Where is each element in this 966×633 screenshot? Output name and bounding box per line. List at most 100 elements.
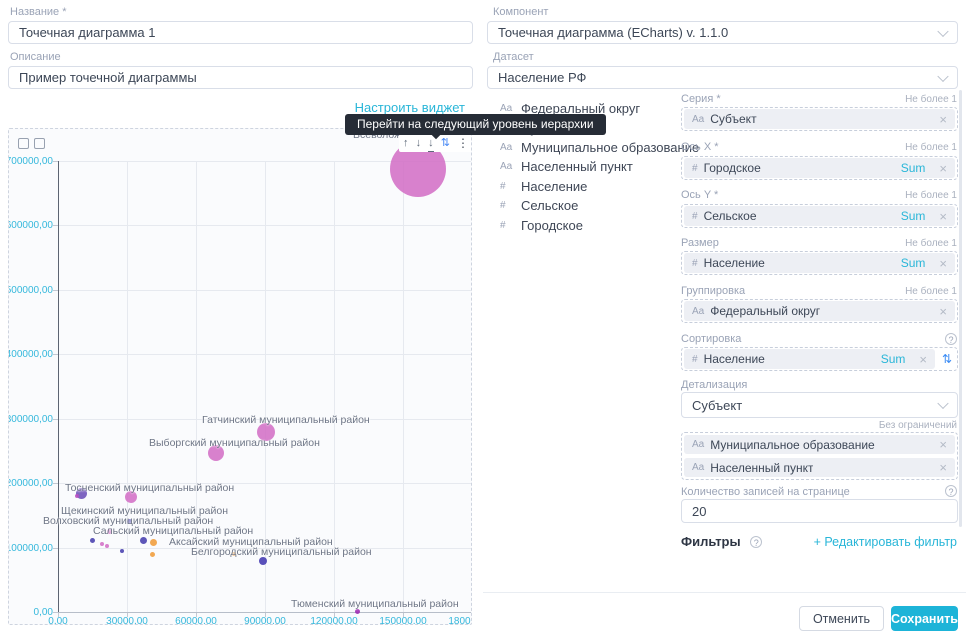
dataset-field-item[interactable]: # Население — [500, 177, 699, 196]
chip-text: Население — [704, 352, 765, 366]
agg-badge[interactable]: Sum — [881, 352, 906, 366]
remove-chip-icon[interactable]: × — [939, 256, 947, 271]
y-axis-tick-label: 300000,00 — [8, 414, 53, 425]
help-icon[interactable]: ? — [750, 536, 762, 548]
field-chip[interactable]: Aa Населенный пункт × — [684, 458, 955, 477]
cancel-button[interactable]: Отменить — [799, 606, 884, 631]
axis-y-dropzone[interactable]: # Сельское Sum × — [681, 204, 958, 228]
chip-text: Населенный пункт — [710, 461, 813, 475]
field-type-icon: Aa — [692, 462, 704, 473]
edit-filter-link[interactable]: + Редактировать фильтр — [814, 535, 957, 549]
scatter-point[interactable] — [120, 549, 124, 553]
series-label: Серия * — [681, 93, 721, 105]
sorting-label: Сортировка — [681, 333, 741, 345]
chip-text: Население — [704, 256, 765, 270]
component-select[interactable]: Точечная диаграмма (ECharts) v. 1.1.0 — [487, 21, 958, 44]
help-icon[interactable]: ? — [945, 485, 957, 497]
remove-chip-icon[interactable]: × — [919, 352, 927, 367]
dataset-select[interactable]: Население РФ — [487, 66, 958, 89]
sort-icon[interactable]: ⇅ — [441, 135, 450, 151]
help-icon[interactable]: ? — [945, 333, 957, 345]
scatter-point[interactable] — [150, 552, 155, 557]
dataset-value: Население РФ — [498, 70, 586, 85]
configure-widget-link[interactable]: Настроить виджет — [355, 100, 465, 115]
footer-divider — [483, 592, 966, 593]
field-type-icon: # — [692, 163, 698, 174]
scatter-point[interactable] — [259, 557, 267, 565]
dataset-field-item[interactable]: AaМуниципальное образование — [500, 138, 699, 157]
point-label: Гатчинский муниципальный район — [202, 414, 370, 426]
zoom-select-icon[interactable] — [18, 138, 29, 149]
records-per-page-input[interactable] — [681, 499, 958, 523]
name-input[interactable] — [8, 21, 473, 44]
y-axis-tick-label: 100000,00 — [8, 543, 53, 554]
point-label: Щекинский муниципальный район — [61, 505, 228, 517]
x-axis-tick-label: 0,00 — [28, 616, 88, 625]
menu-kebab-icon[interactable]: ⋮ — [457, 135, 469, 151]
remove-chip-icon[interactable]: × — [939, 209, 947, 224]
field-chip[interactable]: # Население Sum × — [684, 253, 955, 273]
field-chip[interactable]: Aa Муниципальное образование × — [684, 435, 955, 454]
x-axis-tick-label: 30000,00 — [97, 616, 157, 625]
level-up-icon[interactable]: ↑ — [403, 135, 409, 151]
scatter-point[interactable] — [105, 544, 109, 548]
scatter-point[interactable] — [140, 537, 147, 544]
field-type-icon: # — [692, 211, 698, 222]
sorting-dropzone[interactable]: # Население Sum × ⇅ — [681, 347, 958, 371]
field-chip[interactable]: Aa Субъект × — [684, 109, 955, 129]
field-type-icon: Aa — [692, 306, 704, 317]
agg-badge[interactable]: Sum — [901, 209, 926, 223]
scatter-point[interactable] — [100, 542, 104, 546]
name-label: Название * — [10, 6, 67, 18]
remove-chip-icon[interactable]: × — [939, 437, 947, 452]
sort-direction-icon[interactable]: ⇅ — [939, 352, 955, 366]
dataset-field-item[interactable]: Aa Населенный пункт — [500, 157, 699, 176]
field-type-icon: Aa — [500, 161, 516, 172]
field-type-icon: # — [500, 181, 516, 192]
field-type-icon: Aa — [692, 114, 704, 125]
tooltip-text: Перейти на следующий уровень иерархии — [357, 117, 594, 131]
grouping-label: Группировка — [681, 285, 745, 297]
field-chip[interactable]: # Сельское Sum × — [684, 206, 955, 226]
field-name: Населенный пункт — [521, 159, 633, 174]
save-button[interactable]: Сохранить — [891, 606, 958, 631]
remove-chip-icon[interactable]: × — [939, 304, 947, 319]
field-type-icon: # — [692, 258, 698, 269]
field-chip[interactable]: # Население Sum × — [684, 349, 935, 369]
component-value: Точечная диаграмма (ECharts) v. 1.1.0 — [498, 25, 728, 40]
description-input[interactable] — [8, 66, 473, 89]
zoom-reset-icon[interactable] — [34, 138, 45, 149]
axis-x-dropzone[interactable]: # Городское Sum × — [681, 156, 958, 180]
remove-chip-icon[interactable]: × — [939, 460, 947, 475]
level-down-icon[interactable]: ↓ — [416, 135, 422, 151]
chip-text: Субъект — [710, 112, 756, 126]
drill-dropzone[interactable]: Aa Муниципальное образование × Aa Населе… — [681, 432, 958, 480]
remove-chip-icon[interactable]: × — [939, 112, 947, 127]
chevron-down-icon — [937, 398, 948, 409]
x-axis-tick-label: 180000,00 — [442, 616, 472, 625]
remove-chip-icon[interactable]: × — [939, 161, 947, 176]
dataset-field-item[interactable]: #Сельское — [500, 196, 699, 215]
field-chip[interactable]: Aa Федеральный округ × — [684, 301, 955, 321]
x-axis-tick-label: 90000,00 — [235, 616, 295, 625]
level-bottom-icon[interactable]: ↓ — [428, 135, 434, 152]
agg-badge[interactable]: Sum — [901, 256, 926, 270]
axis-y-hint: Не более 1 — [905, 190, 957, 201]
scatter-point[interactable] — [150, 539, 157, 546]
field-name: Население — [521, 179, 587, 194]
agg-badge[interactable]: Sum — [901, 161, 926, 175]
field-type-icon: # — [500, 220, 516, 231]
series-dropzone[interactable]: Aa Субъект × — [681, 107, 958, 131]
size-hint: Не более 1 — [905, 238, 957, 249]
chevron-down-icon — [937, 25, 948, 36]
dataset-field-item[interactable]: #Городское — [500, 215, 699, 234]
point-label: Выборгский муниципальный район — [149, 437, 320, 449]
panel-scrollbar[interactable] — [959, 90, 962, 527]
size-dropzone[interactable]: # Население Sum × — [681, 251, 958, 275]
scatter-point[interactable] — [90, 538, 95, 543]
detail-select[interactable]: Субъект — [681, 392, 958, 418]
grouping-dropzone[interactable]: Aa Федеральный округ × — [681, 299, 958, 323]
x-axis-tick-label: 60000,00 — [166, 616, 226, 625]
y-axis-tick-label: 200000,00 — [8, 478, 53, 489]
field-chip[interactable]: # Городское Sum × — [684, 158, 955, 178]
